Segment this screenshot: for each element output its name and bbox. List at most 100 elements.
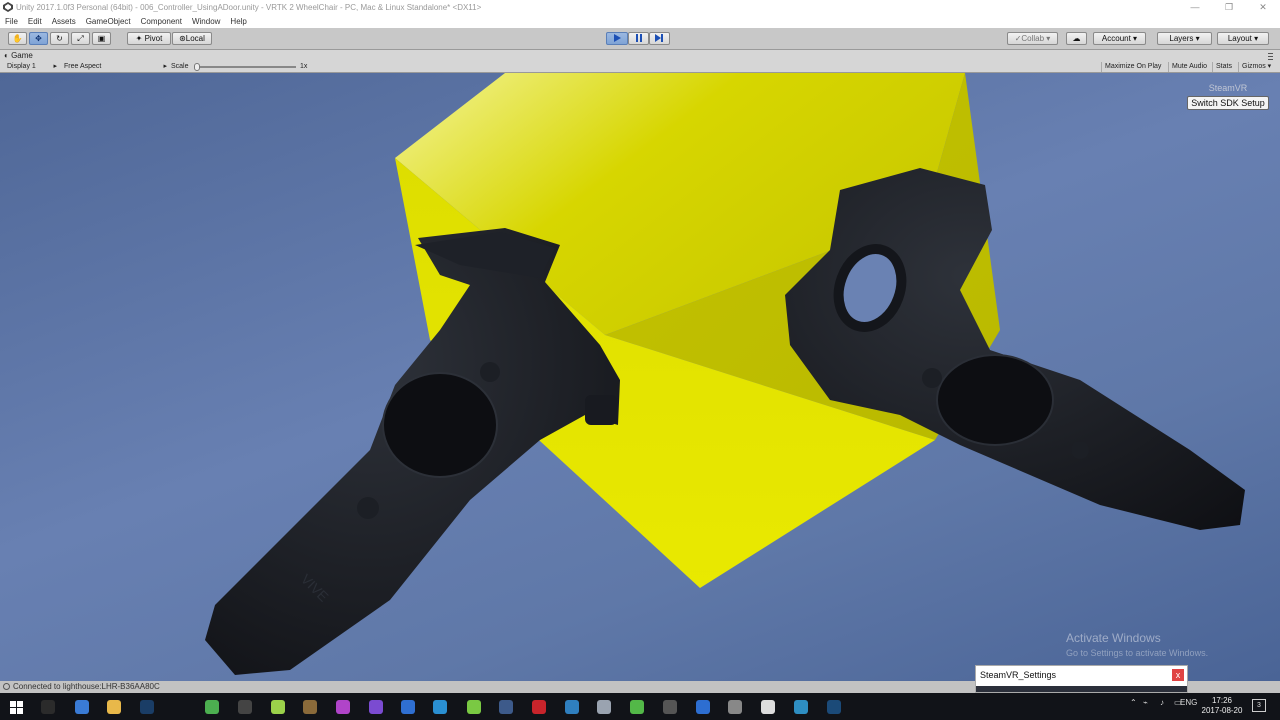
language-indicator[interactable]: ENG [1180,698,1197,707]
file-explorer-icon-glyph [107,700,121,714]
clock-app-icon[interactable] [693,697,713,717]
photoshop-icon-glyph [140,700,154,714]
filezilla-icon[interactable] [529,697,549,717]
switch-sdk-setup-button[interactable]: Switch SDK Setup [1187,96,1269,110]
menu-file[interactable]: File [0,15,23,28]
menu-gameobject[interactable]: GameObject [81,15,136,28]
start-button[interactable] [6,697,26,717]
task-view-icon[interactable] [38,697,58,717]
game-tab-icon: ◐ [4,51,9,60]
chrome-icon-glyph [205,700,219,714]
tab-game[interactable]: ◐ Game [4,51,33,61]
steamvr-settings-window[interactable]: SteamVR_Settings x [975,665,1188,693]
gizmos-dropdown[interactable]: Gizmos ▾ [1238,62,1274,72]
unity-icon-glyph [761,700,775,714]
app-cyan-icon[interactable] [430,697,450,717]
steamvr-settings-bar [976,686,1187,692]
menu-component[interactable]: Component [136,15,187,28]
tray-chevron-icon[interactable]: ⌃ [1130,698,1137,707]
git-icon[interactable] [268,697,288,717]
sd-card-icon[interactable] [594,697,614,717]
sd-card-icon-glyph [597,700,611,714]
circle-app-icon-glyph [794,700,808,714]
terminal-icon[interactable] [235,697,255,717]
menu-help[interactable]: Help [225,15,251,28]
maximize-button[interactable]: ❐ [1212,0,1246,15]
cloud-button[interactable]: ☁ [1066,32,1087,45]
play-button[interactable] [606,32,628,45]
storage-icon[interactable] [300,697,320,717]
maximize-on-play-toggle[interactable]: Maximize On Play [1101,62,1164,72]
chrome-icon[interactable] [202,697,222,717]
mute-audio-toggle[interactable]: Mute Audio [1168,62,1210,72]
phpstorm-icon[interactable] [333,697,353,717]
display-dropdown[interactable]: Display 1 ▸ [7,62,57,72]
unity-icon[interactable] [758,697,778,717]
fb-icon-glyph [663,700,677,714]
window-title: Unity 2017.1.0f3 Personal (64bit) - 006_… [16,3,482,12]
visual-studio-icon-glyph [369,700,383,714]
move-tool-icon[interactable]: ✥ [29,32,48,45]
blender-like-icon[interactable] [562,697,582,717]
minimize-button[interactable]: — [1178,0,1212,15]
clock-date: 2017-08-20 [1201,706,1243,715]
pivot-icon: ✦ [135,34,143,43]
clock-app-icon-glyph [696,700,710,714]
status-text[interactable]: Connected to lighthouse:LHR-B36AA80C [13,682,160,691]
visual-studio-icon[interactable] [366,697,386,717]
panel-menu-icon[interactable] [1268,52,1273,60]
step-button[interactable] [649,32,670,45]
hand-tool-icon[interactable]: ✋ [8,32,27,45]
display-label: Display 1 [7,63,36,70]
steamvr-overlay-label: SteamVR [1208,83,1248,93]
activate-windows-title: Activate Windows [1066,631,1161,645]
scale-label: Scale [171,63,189,70]
settings-gear-icon[interactable] [496,697,516,717]
cloud-icon: ☁ [1072,34,1081,43]
collab-dropdown[interactable]: ✓Collab ▾ [1007,32,1058,45]
scale-slider-thumb[interactable] [194,63,200,71]
file-explorer-icon[interactable] [104,697,124,717]
tray-network-icon[interactable]: ⌁ [1143,698,1148,707]
main-toolbar: ✋ ✥ ↻ ⤢ ▣ ✦ Pivot ⊛Local ✓Collab ▾ ☁ Acc… [0,28,1280,50]
stats-toggle[interactable]: Stats [1212,62,1235,72]
steamvr-settings-close-button[interactable]: x [1172,669,1184,681]
fb-icon[interactable] [660,697,680,717]
edge-like-icon[interactable] [72,697,92,717]
pivot-toggle[interactable]: ✦ Pivot [127,32,171,45]
local-label: Local [185,34,205,43]
app-blue-icon[interactable] [398,697,418,717]
game-viewport[interactable]: VIVE SteamVR Switch SDK Setup Activate W… [0,73,1280,681]
play-icon [614,34,621,42]
rotate-tool-icon[interactable]: ↻ [50,32,69,45]
layers-dropdown[interactable]: Layers ▾ [1157,32,1212,45]
menu-assets[interactable]: Assets [47,15,81,28]
scale-slider-track[interactable] [196,66,296,68]
action-center-icon[interactable]: 3 [1252,699,1266,712]
utorrent-icon[interactable] [627,697,647,717]
layout-dropdown[interactable]: Layout ▾ [1217,32,1269,45]
sourcetree-icon-glyph [467,700,481,714]
filezilla-icon-glyph [532,700,546,714]
rect-tool-icon[interactable]: ▣ [92,32,111,45]
tray-volume-icon[interactable]: ♪ [1160,698,1164,707]
windows-logo-icon [9,700,23,714]
unity-hub-icon[interactable] [725,697,745,717]
taskbar-clock[interactable]: 17:26 2017-08-20 [1200,696,1244,716]
steam-icon[interactable] [824,697,844,717]
local-toggle[interactable]: ⊛Local [172,32,212,45]
circle-app-icon[interactable] [791,697,811,717]
menu-edit[interactable]: Edit [23,15,47,28]
aspect-dropdown[interactable]: Free Aspect ▸ [64,62,167,72]
task-view-icon-glyph [41,700,55,714]
pause-button[interactable] [628,32,649,45]
photoshop-icon[interactable] [137,697,157,717]
menu-window[interactable]: Window [187,15,225,28]
account-dropdown[interactable]: Account ▾ [1093,32,1146,45]
scale-tool-icon[interactable]: ⤢ [71,32,90,45]
sourcetree-icon[interactable] [464,697,484,717]
close-button[interactable]: ✕ [1246,0,1280,15]
clock-time: 17:26 [1211,696,1233,705]
aspect-label: Free Aspect [64,63,102,70]
game-tab-label: Game [11,51,33,60]
